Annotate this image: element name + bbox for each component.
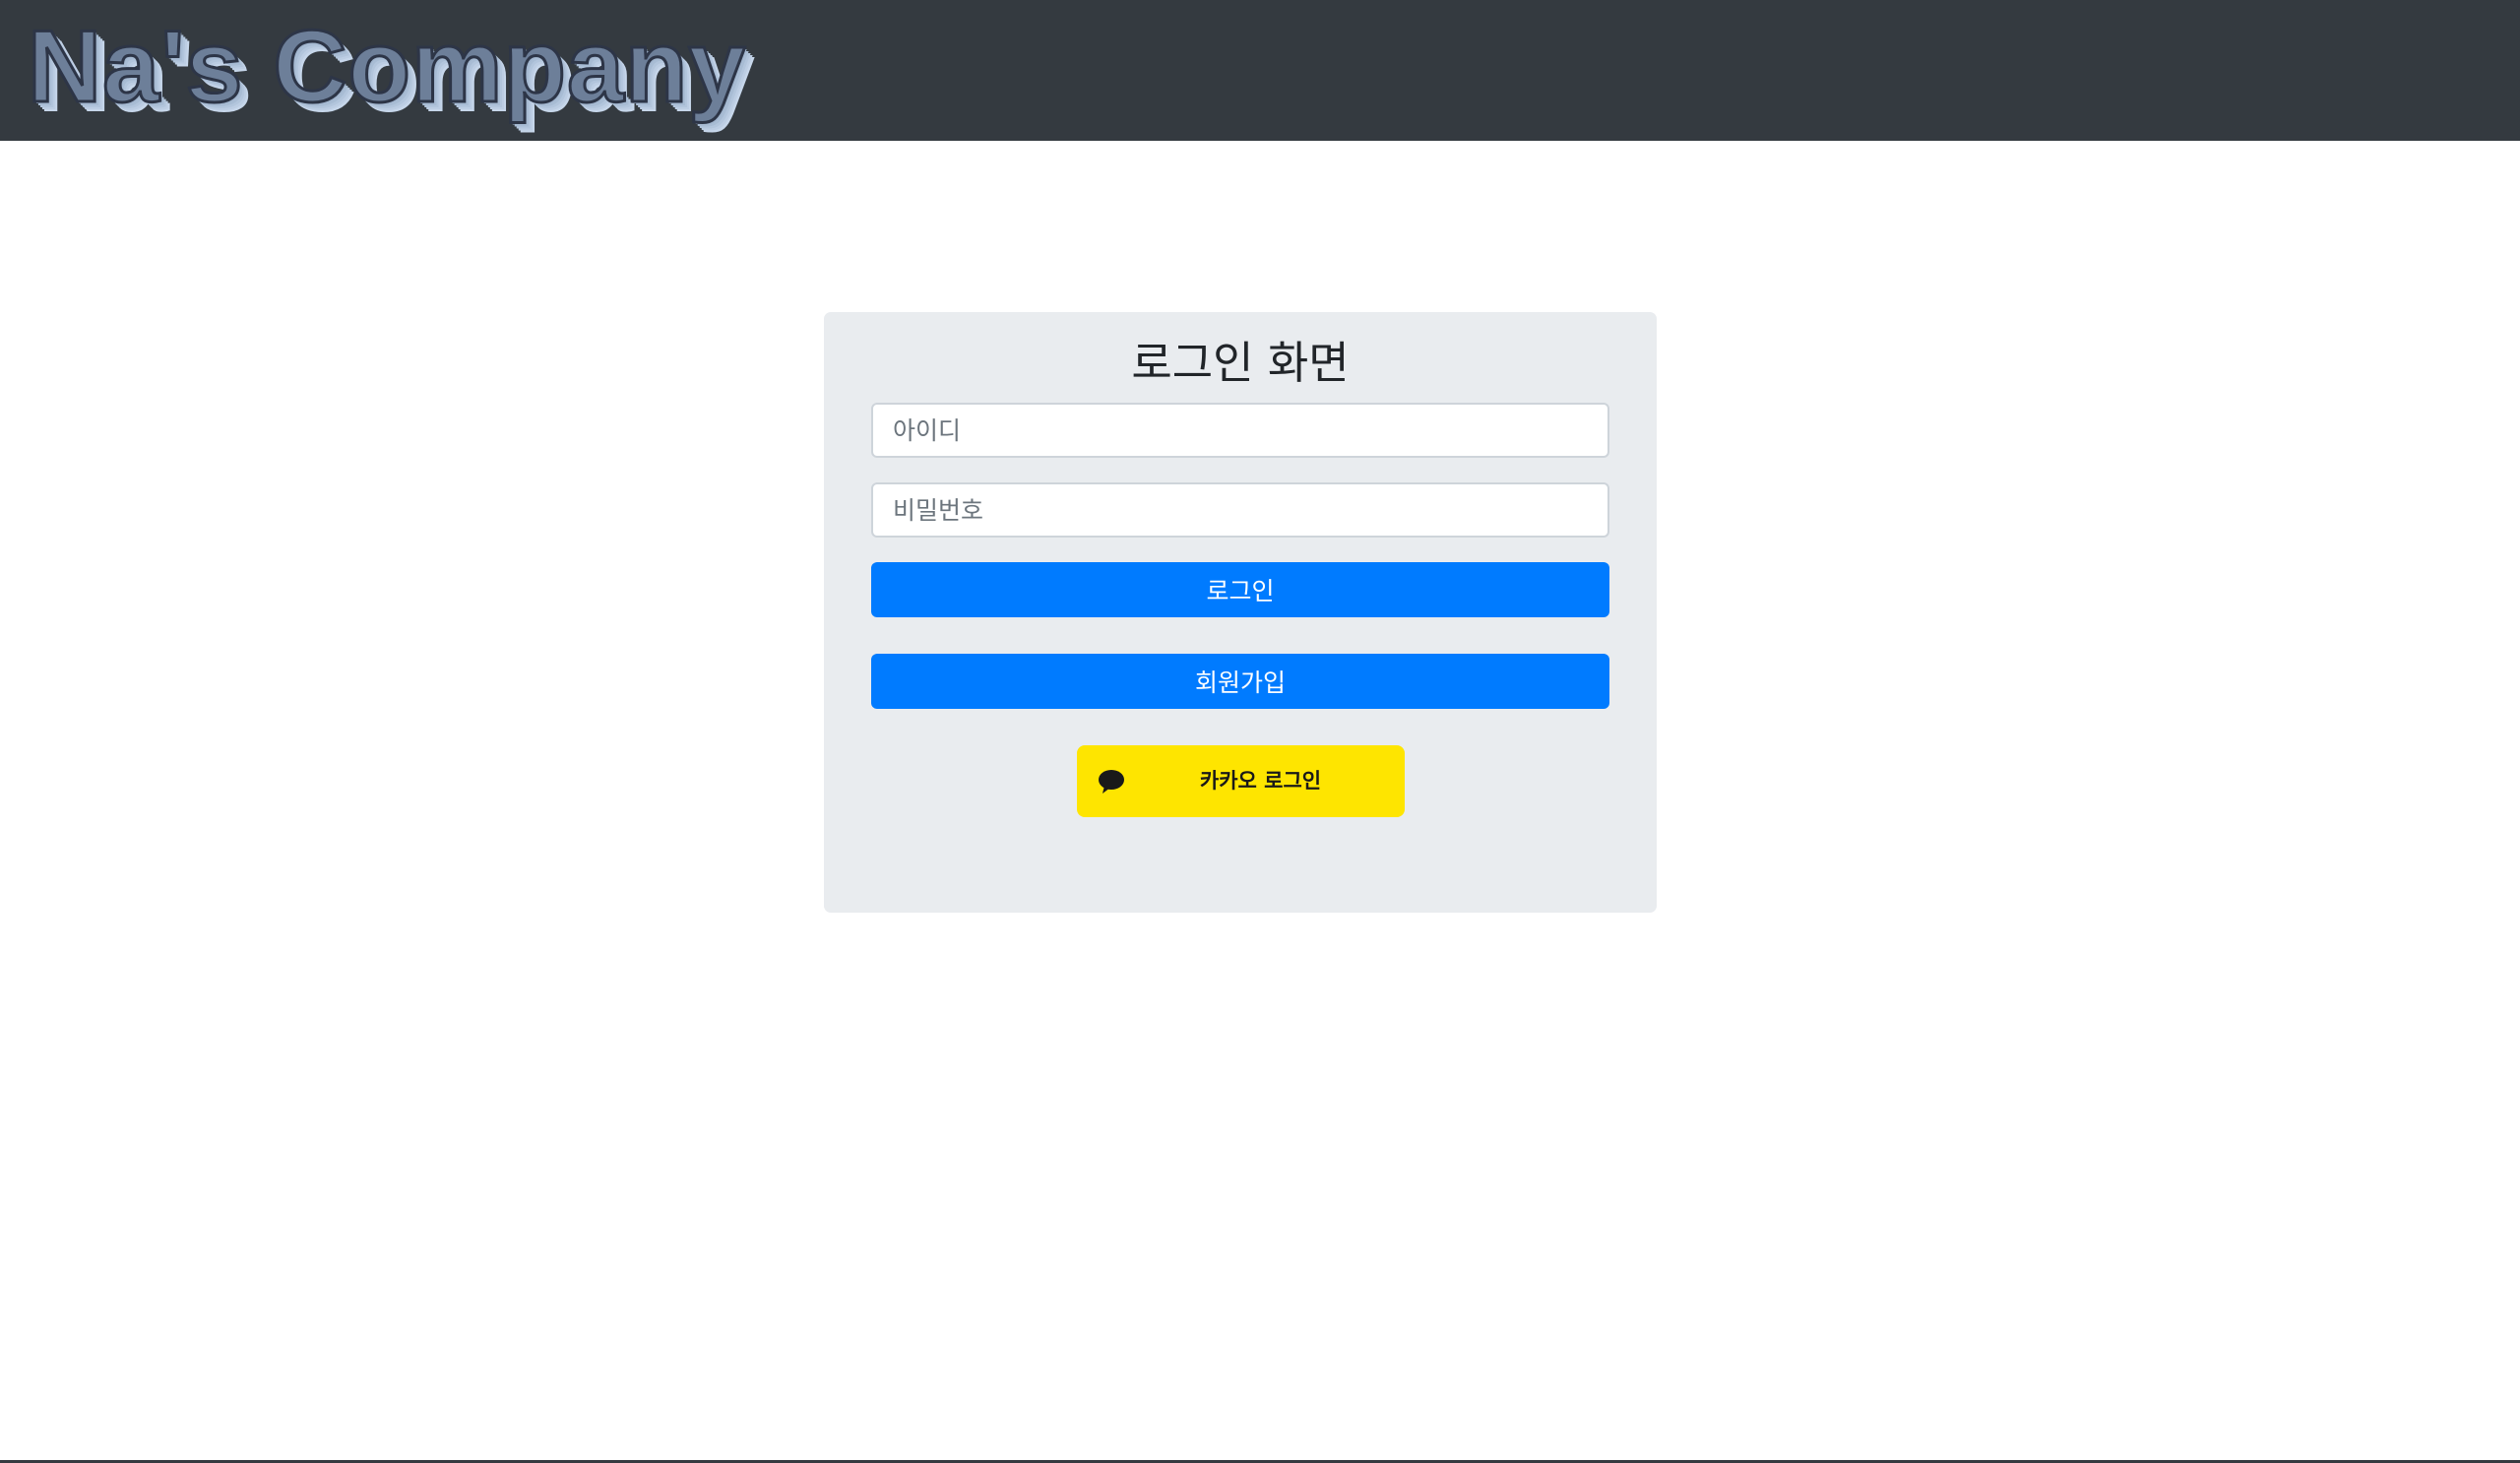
top-navbar: Na's Company — [0, 0, 2520, 141]
kakao-login-label: 카카오 로그인 — [1199, 769, 1322, 793]
signup-button[interactable]: 회원가입 — [871, 654, 1609, 709]
login-card: 로그인 화면 로그인 회원가입 카카오 로그인 — [824, 312, 1657, 913]
brand-logo[interactable]: Na's Company — [26, 8, 746, 126]
speech-bubble-icon — [1099, 770, 1124, 794]
login-button[interactable]: 로그인 — [871, 562, 1609, 617]
id-input[interactable] — [871, 403, 1609, 458]
password-input[interactable] — [871, 482, 1609, 538]
kakao-login-button[interactable]: 카카오 로그인 — [1077, 745, 1405, 817]
page-title: 로그인 화면 — [1131, 337, 1350, 389]
